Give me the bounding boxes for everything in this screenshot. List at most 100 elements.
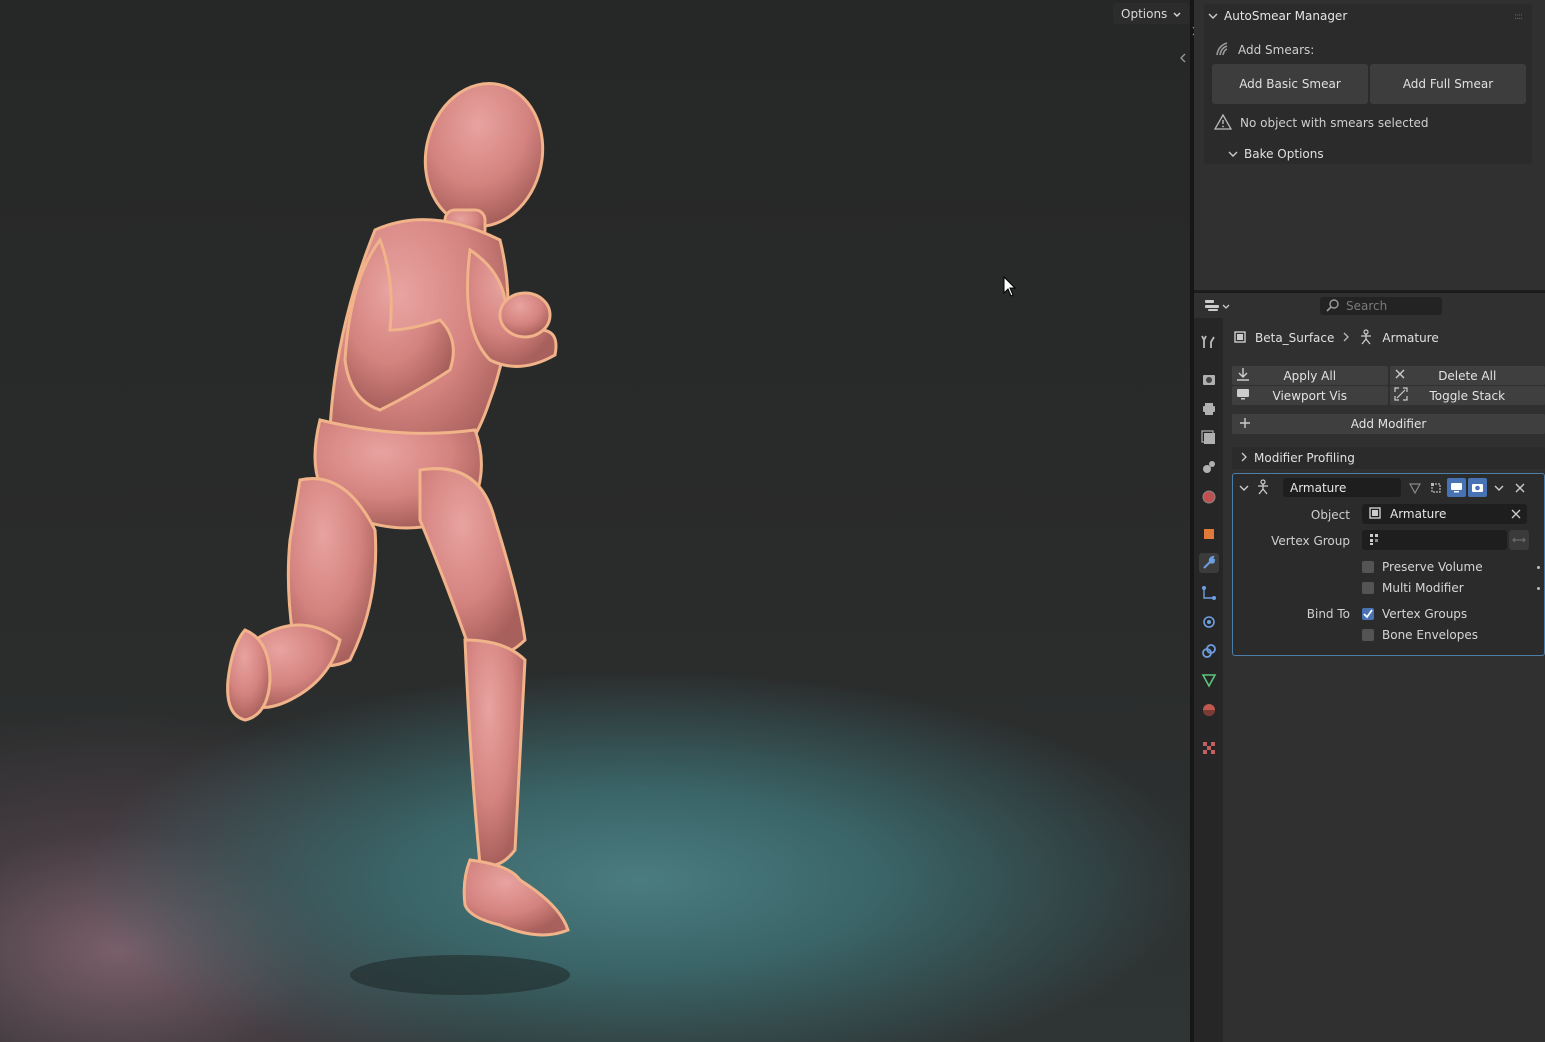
properties-header: Search	[1194, 292, 1545, 318]
add-modifier-label: Add Modifier	[1350, 417, 1427, 431]
search-input[interactable]: Search	[1320, 297, 1442, 315]
sidebar-toggle-icon[interactable]	[1179, 52, 1190, 68]
preserve-volume-label: Preserve Volume	[1382, 560, 1483, 574]
armature-modifier-panel: Armature Object Armature Vertex Group Pr…	[1232, 473, 1545, 656]
chevron-down-icon	[1222, 299, 1230, 313]
bake-options-subpanel[interactable]: Bake Options	[1228, 144, 1324, 164]
constraints-tab-icon[interactable]	[1199, 641, 1219, 661]
viewport-vis-button[interactable]: Viewport Vis	[1232, 386, 1388, 405]
particles-tab-icon[interactable]	[1199, 583, 1219, 603]
stack-buttons-row-1: Apply All Delete All	[1232, 366, 1545, 385]
chevron-right-icon	[1342, 331, 1350, 345]
modifier-profiling-panel[interactable]: Modifier Profiling	[1232, 447, 1545, 469]
object-field[interactable]: Armature	[1362, 504, 1527, 524]
chevron-down-icon	[1228, 147, 1238, 161]
editor-type-selector[interactable]	[1204, 297, 1234, 315]
modifier-tab-icon[interactable]	[1199, 553, 1219, 573]
modifier-toggles	[1405, 478, 1529, 497]
mouse-cursor-icon	[1003, 275, 1017, 301]
multi-modifier-label: Multi Modifier	[1382, 581, 1464, 595]
options-dropdown[interactable]: Options	[1113, 3, 1190, 24]
modifier-header	[1239, 478, 1271, 498]
breadcrumb-object: Beta_Surface	[1255, 331, 1335, 345]
data-tab-icon[interactable]	[1199, 670, 1219, 690]
chevron-down-icon	[1173, 7, 1181, 21]
chevron-down-icon[interactable]	[1239, 481, 1249, 495]
world-tab-icon[interactable]	[1199, 487, 1219, 507]
armature-icon	[1358, 328, 1374, 348]
output-tab-icon[interactable]	[1199, 399, 1219, 419]
breadcrumb-modifier: Armature	[1382, 331, 1439, 345]
object-tab-icon[interactable]	[1199, 524, 1219, 544]
physics-tab-icon[interactable]	[1199, 612, 1219, 632]
checkbox-box	[1362, 561, 1374, 573]
checkbox-box	[1362, 582, 1374, 594]
realtime-display-icon[interactable]	[1447, 478, 1466, 497]
view-layer-tab-icon[interactable]	[1199, 428, 1219, 448]
object-data-icon	[1368, 506, 1382, 523]
multi-modifier-checkbox[interactable]: Multi Modifier	[1362, 579, 1464, 597]
add-smears-label: Add Smears:	[1238, 43, 1315, 57]
toggle-stack-button[interactable]: Toggle Stack	[1389, 386, 1545, 405]
ground-shadow	[350, 955, 570, 995]
keyframe-dot-icon[interactable]	[1537, 566, 1540, 569]
warning-text: No object with smears selected	[1240, 116, 1429, 130]
autosmear-area: AutoSmear Manager :::: Add Smears: Add B…	[1194, 0, 1545, 290]
toggle-stack-label: Toggle Stack	[1429, 388, 1506, 403]
properties-editor-icon	[1204, 298, 1220, 315]
apply-all-button[interactable]: Apply All	[1232, 366, 1388, 385]
drag-handle-icon[interactable]: ::::	[1514, 12, 1523, 22]
character-model[interactable]	[0, 0, 1190, 1042]
smear-buttons: Add Basic Smear Add Full Smear	[1212, 64, 1526, 104]
delete-all-button[interactable]: Delete All	[1389, 366, 1545, 385]
add-basic-smear-button[interactable]: Add Basic Smear	[1212, 64, 1368, 104]
warning-row: No object with smears selected	[1213, 112, 1429, 134]
properties-body: Beta_Surface Armature Apply All Delete A…	[1223, 318, 1545, 1042]
search-placeholder: Search	[1346, 299, 1388, 313]
tool-tab-icon[interactable]	[1199, 332, 1219, 352]
armature-modifier-icon	[1255, 478, 1271, 498]
edit-mode-icon[interactable]	[1426, 478, 1445, 497]
clear-icon[interactable]	[1511, 508, 1521, 522]
checkbox-box	[1362, 629, 1374, 641]
material-tab-icon[interactable]	[1199, 700, 1219, 720]
3d-viewport[interactable]: Options	[0, 0, 1190, 1042]
search-icon	[1326, 298, 1340, 315]
breadcrumb: Beta_Surface Armature	[1233, 328, 1439, 348]
vertex-groups-checkbox[interactable]: Vertex Groups	[1362, 605, 1467, 623]
on-cage-icon[interactable]	[1405, 478, 1424, 497]
vertex-groups-label: Vertex Groups	[1382, 607, 1468, 621]
texture-tab-icon[interactable]	[1199, 738, 1219, 758]
modifier-profiling-label: Modifier Profiling	[1254, 451, 1355, 465]
invert-arrows-icon[interactable]	[1509, 530, 1529, 550]
vertex-group-field[interactable]	[1362, 530, 1507, 550]
bind-to-label: Bind To	[1306, 607, 1350, 621]
autosmear-panel-header[interactable]: AutoSmear Manager	[1204, 4, 1532, 28]
render-toggle-icon[interactable]	[1468, 478, 1487, 497]
chevron-down-icon[interactable]	[1489, 478, 1508, 497]
autosmear-panel: AutoSmear Manager :::: Add Smears: Add B…	[1204, 4, 1532, 164]
close-icon[interactable]	[1510, 478, 1529, 497]
bone-envelopes-label: Bone Envelopes	[1382, 628, 1478, 642]
add-full-smear-button[interactable]: Add Full Smear	[1370, 64, 1526, 104]
preserve-volume-checkbox[interactable]: Preserve Volume	[1362, 558, 1483, 576]
viewport-vis-label: Viewport Vis	[1272, 388, 1347, 403]
delete-all-label: Delete All	[1438, 368, 1497, 383]
options-label: Options	[1121, 6, 1168, 21]
modifier-name-input[interactable]: Armature	[1283, 478, 1401, 497]
chevron-right-icon	[1240, 451, 1248, 465]
panel-title: AutoSmear Manager	[1224, 9, 1348, 23]
bake-options-label: Bake Options	[1244, 147, 1324, 161]
scene-tab-icon[interactable]	[1199, 457, 1219, 477]
add-modifier-button[interactable]: Add Modifier	[1232, 414, 1545, 434]
add-smears-row: Add Smears:	[1214, 40, 1314, 60]
bone-envelopes-checkbox[interactable]: Bone Envelopes	[1362, 626, 1478, 644]
chevron-down-icon	[1208, 9, 1218, 23]
vertex-group-icon	[1368, 532, 1382, 549]
keyframe-dot-icon[interactable]	[1537, 587, 1540, 590]
render-tab-icon[interactable]	[1199, 369, 1219, 389]
stack-buttons-row-2: Viewport Vis Toggle Stack	[1232, 386, 1545, 405]
checkmark-icon	[1362, 608, 1374, 620]
mesh-object-icon	[1233, 330, 1247, 347]
object-field-value: Armature	[1390, 507, 1447, 521]
